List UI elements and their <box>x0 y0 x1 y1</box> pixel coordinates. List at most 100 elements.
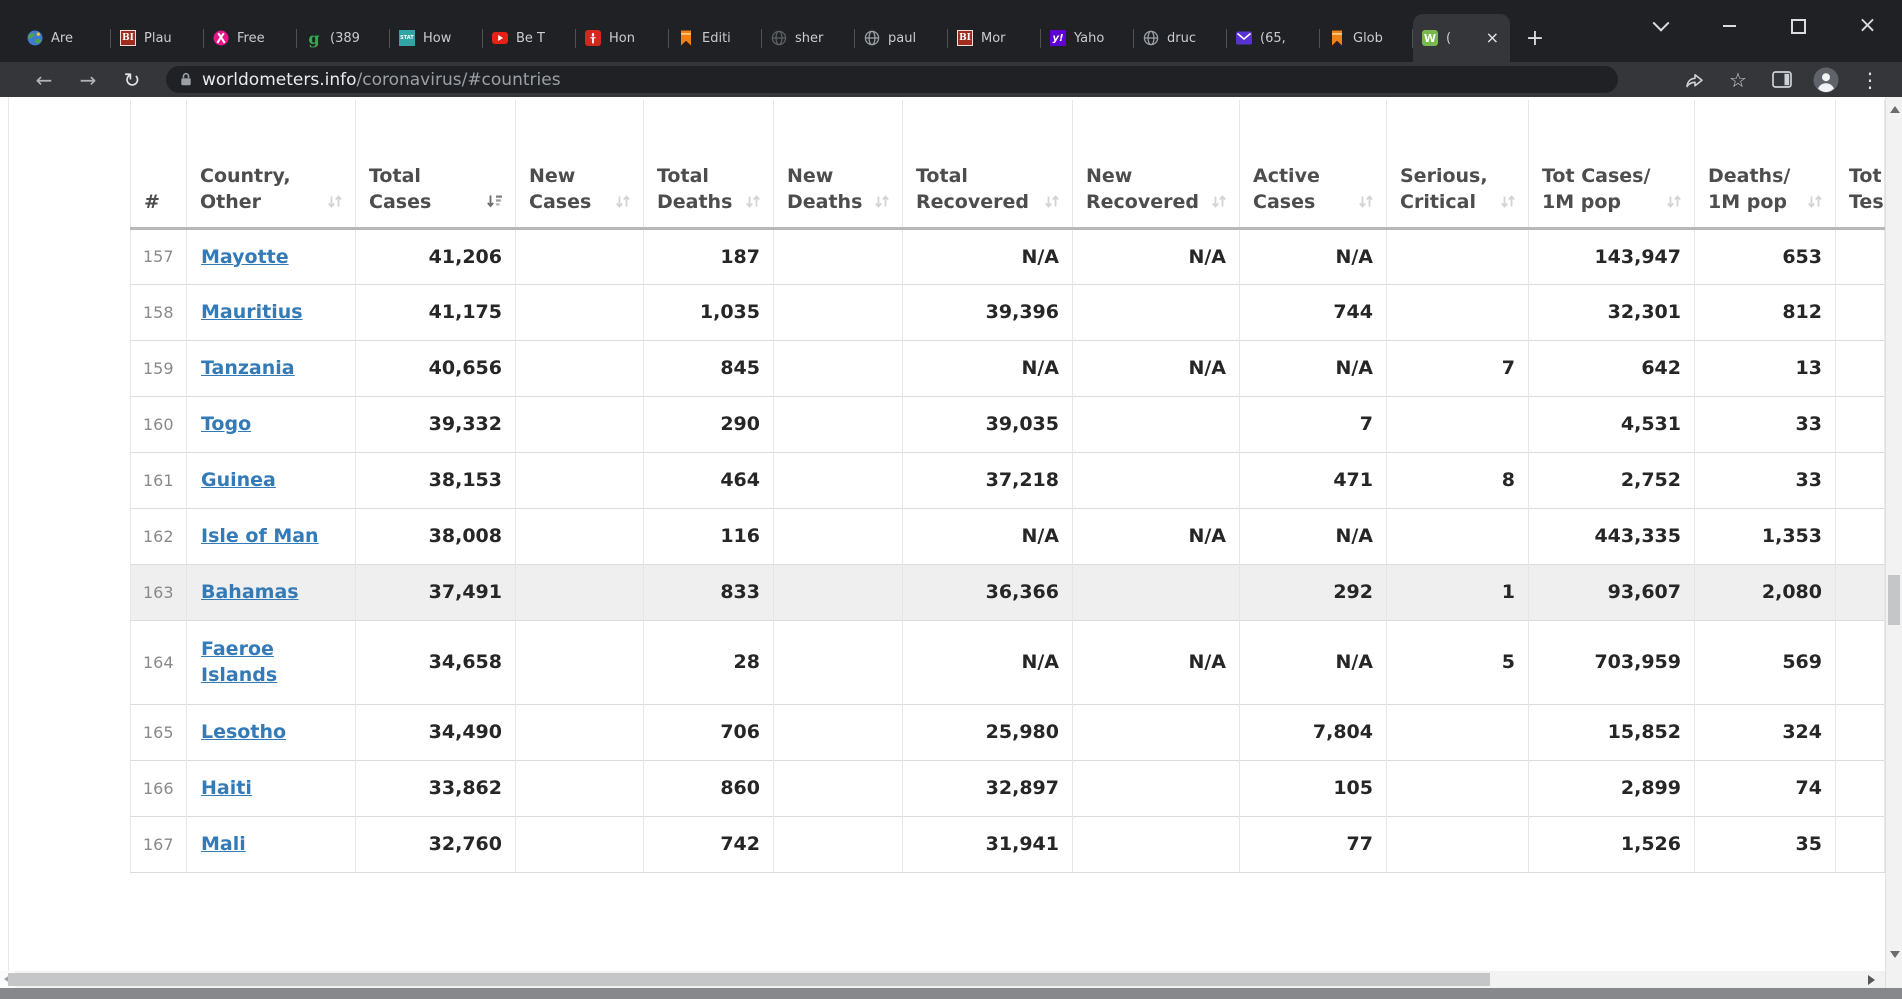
cell-value: 39,035 <box>902 395 1073 452</box>
vertical-scrollbar[interactable] <box>1885 97 1902 988</box>
new-tab-button[interactable]: + <box>1520 23 1550 53</box>
scroll-up-arrow-icon[interactable] <box>1890 106 1900 113</box>
scroll-right-arrow-icon[interactable] <box>1868 975 1875 985</box>
country-link[interactable]: Haiti <box>201 777 252 799</box>
window-bottom-edge <box>0 988 1902 999</box>
cell-value <box>1835 703 1885 760</box>
vertical-scrollbar-thumb[interactable] <box>1888 575 1900 625</box>
bookmark-star-button[interactable]: ☆ <box>1716 64 1760 96</box>
column-header-tot-cases-1m-pop[interactable]: Tot Cases/ 1M pop <box>1528 100 1695 230</box>
sort-icon <box>869 194 890 209</box>
side-panel-button[interactable] <box>1760 64 1804 96</box>
cell-value <box>773 759 903 816</box>
table-row: 167 Mali 32,760 742 31,941 77 1,526 35 <box>130 815 1885 873</box>
star-icon: ☆ <box>1729 67 1747 92</box>
cell-value: N/A <box>1239 227 1387 284</box>
cell-value: 1,353 <box>1694 507 1836 564</box>
column-header-serious-critical[interactable]: Serious, Critical <box>1386 100 1529 230</box>
forward-button[interactable]: → <box>66 68 110 92</box>
dim-globe-icon <box>771 30 787 46</box>
browser-tab[interactable]: Be T <box>483 14 576 62</box>
cell-value <box>515 815 644 873</box>
country-link[interactable]: Togo <box>201 413 251 435</box>
browser-tab[interactable]: BI Mor <box>948 14 1041 62</box>
browser-tab[interactable]: Free <box>204 14 297 62</box>
cell-value <box>1835 395 1885 452</box>
lock-icon[interactable] <box>180 72 192 87</box>
cell-value: 34,658 <box>355 619 516 704</box>
browser-tab[interactable]: (65, <box>1227 14 1320 62</box>
back-button[interactable]: ← <box>22 68 66 92</box>
browser-tab[interactable]: BI Plau <box>111 14 204 62</box>
sort-icon <box>610 194 631 209</box>
cell-value: 4,531 <box>1528 395 1695 452</box>
horizontal-scrollbar-thumb[interactable] <box>8 973 1490 986</box>
country-link[interactable]: Mayotte <box>201 246 289 268</box>
column-header-new-cases[interactable]: New Cases <box>515 100 644 230</box>
cell-value: N/A <box>1239 339 1387 396</box>
row-number: 157 <box>130 227 187 284</box>
browser-tab[interactable]: Glob <box>1320 14 1413 62</box>
cell-value: 38,008 <box>355 507 516 564</box>
cell-value: 845 <box>643 339 774 396</box>
country-link[interactable]: Bahamas <box>201 581 299 603</box>
menu-button[interactable]: ⋮ <box>1848 64 1892 96</box>
tab-strip-tabs: Are BI Plau Free g (389 STAT How Be T Ho… <box>18 14 1510 62</box>
browser-tab[interactable]: Hon <box>576 14 669 62</box>
cell-value <box>1386 227 1529 284</box>
maximize-button[interactable] <box>1764 0 1833 52</box>
cell-value <box>1835 619 1885 704</box>
horizontal-scrollbar[interactable] <box>0 971 1885 988</box>
profile-avatar[interactable] <box>1804 64 1848 96</box>
column-header-active-cases[interactable]: Active Cases <box>1239 100 1387 230</box>
pink-ribbon-icon <box>213 30 229 46</box>
browser-tab[interactable]: Are <box>18 14 111 62</box>
country-link[interactable]: Mauritius <box>201 301 303 323</box>
column-header-new-deaths[interactable]: New Deaths <box>773 100 903 230</box>
page-content: # Country, Other Total Cases New Cases T… <box>0 97 1885 971</box>
tab-search-button[interactable] <box>1626 0 1695 52</box>
column-header-tot-tes[interactable]: Tot Tes <box>1835 100 1885 230</box>
browser-tab[interactable]: paul <box>855 14 948 62</box>
minimize-button[interactable] <box>1695 0 1764 52</box>
cell-value: 2,080 <box>1694 563 1836 620</box>
country-link[interactable]: Mali <box>201 833 246 855</box>
cell-value <box>1386 815 1529 873</box>
column-header-num[interactable]: # <box>130 100 187 230</box>
browser-tab[interactable]: sher <box>762 14 855 62</box>
tab-close-icon[interactable]: × <box>1484 30 1501 46</box>
sort-icon <box>1802 194 1823 209</box>
address-bar[interactable]: worldometers.info/coronavirus/#countries <box>166 66 1618 93</box>
column-header-deaths-1m-pop[interactable]: Deaths/ 1M pop <box>1694 100 1836 230</box>
cell-value: 31,941 <box>902 815 1073 873</box>
column-header-new-recovered[interactable]: New Recovered <box>1072 100 1240 230</box>
column-header-country-other[interactable]: Country, Other <box>186 100 356 230</box>
scroll-down-arrow-icon[interactable] <box>1890 951 1900 958</box>
close-button[interactable]: × <box>1833 0 1902 52</box>
browser-tab[interactable]: g (389 <box>297 14 390 62</box>
browser-tab[interactable]: Editi <box>669 14 762 62</box>
active-tab[interactable]: W ( × <box>1413 14 1510 62</box>
column-header-total-deaths[interactable]: Total Deaths <box>643 100 774 230</box>
sort-icon <box>1039 194 1060 209</box>
country-link[interactable]: Lesotho <box>201 721 286 743</box>
row-number: 166 <box>130 759 187 816</box>
reload-button[interactable]: ↻ <box>110 68 154 92</box>
share-button[interactable] <box>1672 64 1716 96</box>
side-panel-icon <box>1772 71 1792 88</box>
sort-icon-active <box>481 194 503 209</box>
country-link[interactable]: Isle of Man <box>201 525 319 547</box>
cell-value <box>773 227 903 284</box>
cell-value: 25,980 <box>902 703 1073 760</box>
column-header-total-cases[interactable]: Total Cases <box>355 100 516 230</box>
browser-tab[interactable]: druc <box>1134 14 1227 62</box>
browser-tab[interactable]: y! Yaho <box>1041 14 1134 62</box>
red-torch-icon <box>585 30 601 46</box>
cell-value: 33,862 <box>355 759 516 816</box>
country-link[interactable]: Tanzania <box>201 357 295 379</box>
column-header-total-recovered[interactable]: Total Recovered <box>902 100 1073 230</box>
country-link[interactable]: Faeroe Islands <box>201 636 293 688</box>
cell-value: 7 <box>1386 339 1529 396</box>
country-link[interactable]: Guinea <box>201 469 276 491</box>
browser-tab[interactable]: STAT How <box>390 14 483 62</box>
